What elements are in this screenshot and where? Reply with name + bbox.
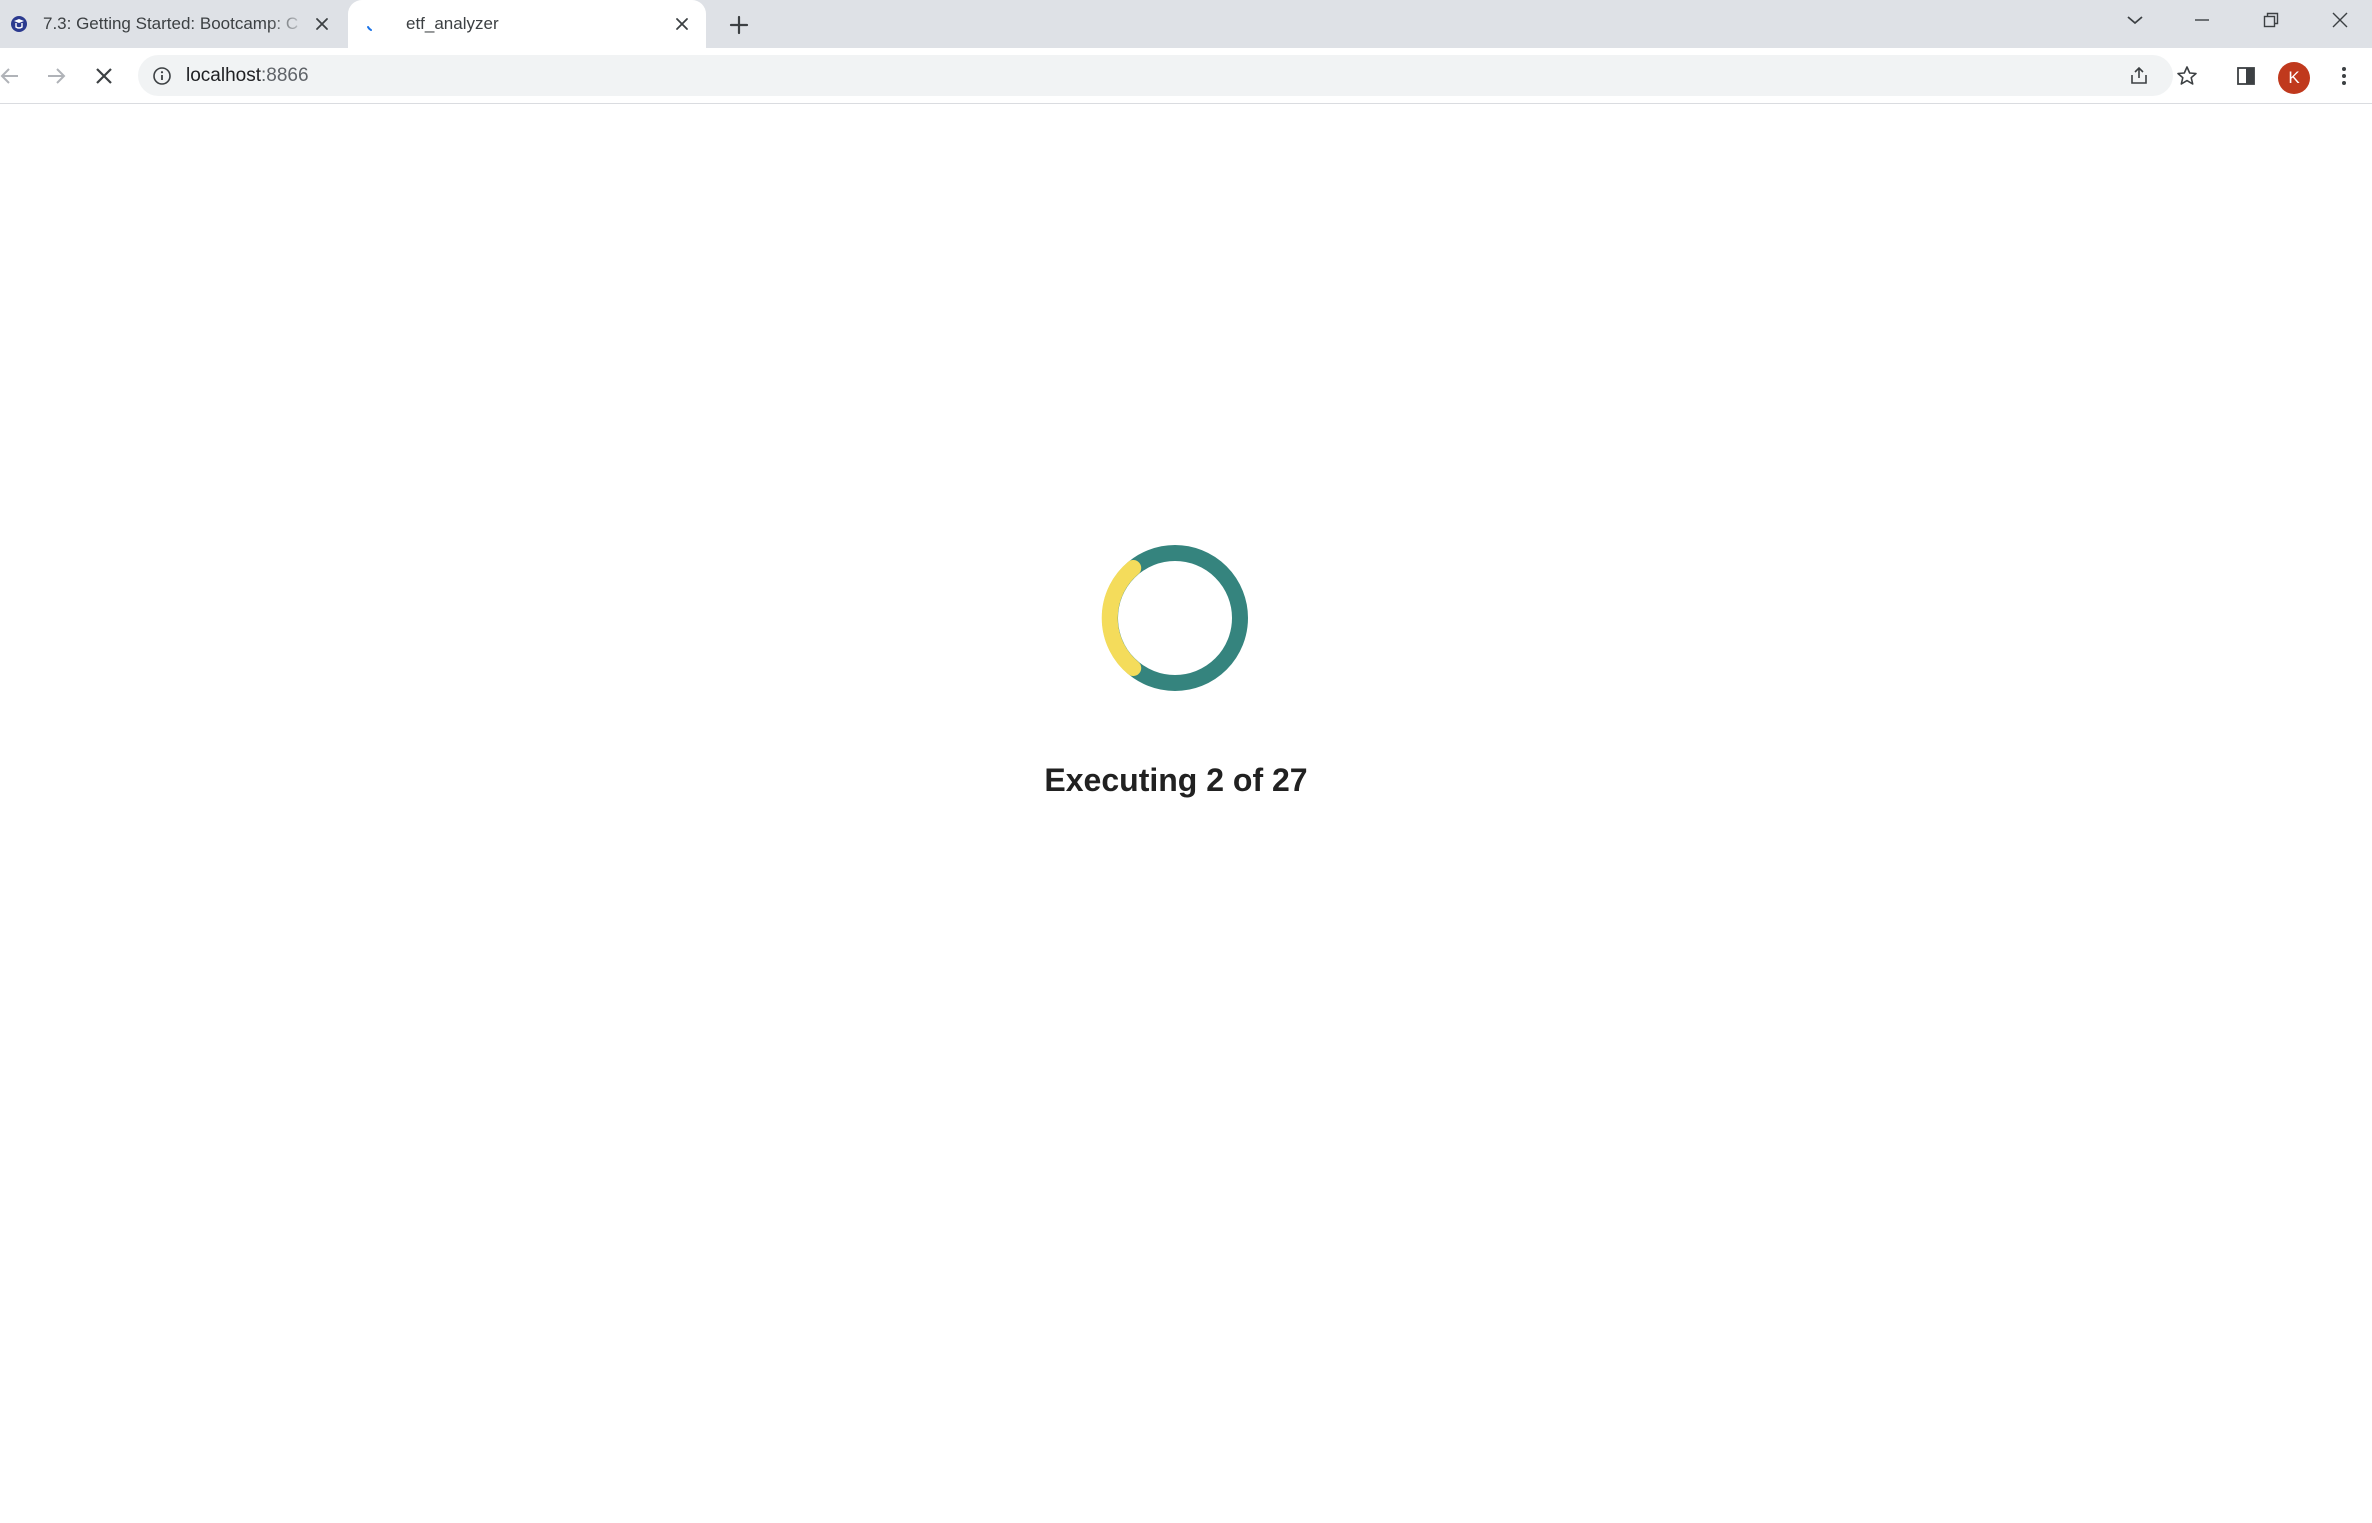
close-window-button[interactable]	[2312, 0, 2368, 40]
star-icon	[2176, 65, 2197, 85]
execution-status: Executing 2 of 27	[1044, 762, 1308, 798]
plus-icon	[729, 15, 749, 35]
close-icon	[2332, 12, 2348, 28]
tab-bootcamp[interactable]: 7.3: Getting Started: Bootcamp: C	[0, 0, 346, 48]
profile-avatar[interactable]: K	[2278, 62, 2310, 94]
url-text[interactable]: localhost:8866	[186, 65, 309, 87]
url-host: localhost	[186, 64, 261, 86]
more-vert-icon	[2341, 66, 2346, 85]
loading-spinner-icon	[364, 14, 384, 34]
tab-etf-analyzer[interactable]: etf_analyzer	[348, 0, 706, 48]
arrow-right-icon	[48, 68, 66, 84]
minimize-icon	[2195, 19, 2209, 21]
page-content: Executing 2 of 27	[0, 104, 2372, 1523]
stop-icon	[96, 68, 112, 84]
tab-title: etf_analyzer	[406, 14, 499, 33]
forward-button[interactable]	[38, 58, 74, 94]
share-icon	[2130, 66, 2147, 84]
close-icon[interactable]	[308, 10, 336, 38]
bookmark-button[interactable]	[2166, 55, 2207, 96]
restore-icon	[2263, 12, 2279, 28]
back-button[interactable]	[0, 58, 28, 94]
stop-loading-button[interactable]	[86, 58, 122, 94]
browser-toolbar: localhost:8866 K	[0, 48, 2372, 104]
browser-window: 7.3: Getting Started: Bootcamp: C etf_an…	[0, 0, 2372, 1523]
minimize-button[interactable]	[2174, 0, 2230, 40]
spinner-accent	[1101, 560, 1142, 676]
chevron-down-icon	[2127, 16, 2143, 25]
new-tab-button[interactable]	[722, 8, 756, 42]
address-bar[interactable]: localhost:8866	[138, 55, 2173, 96]
loading-spinner	[1101, 545, 1248, 691]
menu-button[interactable]	[2323, 55, 2364, 96]
graduation-cap-icon	[9, 14, 29, 34]
arrow-left-icon	[0, 68, 18, 84]
restore-button[interactable]	[2243, 0, 2299, 40]
close-icon[interactable]	[668, 10, 696, 38]
side-panel-icon	[2236, 66, 2255, 85]
url-port: :8866	[261, 64, 309, 86]
tab-title: 7.3: Getting Started: Bootcamp: C	[43, 14, 299, 33]
tab-strip: 7.3: Getting Started: Bootcamp: C etf_an…	[0, 0, 2372, 48]
tab-search-button[interactable]	[2107, 0, 2163, 40]
share-button[interactable]	[2118, 55, 2159, 96]
info-icon[interactable]	[152, 66, 172, 86]
side-panel-button[interactable]	[2225, 55, 2266, 96]
